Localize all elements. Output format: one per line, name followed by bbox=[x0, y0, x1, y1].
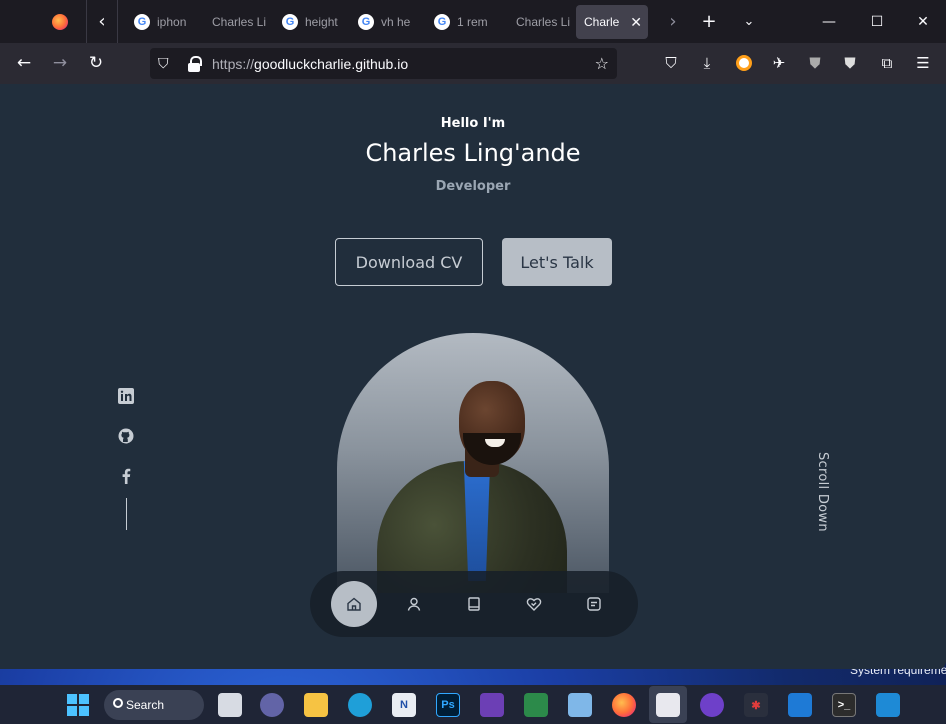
ublock-shield-icon[interactable]: ⛊ bbox=[805, 53, 825, 73]
download-cv-button[interactable]: Download CV bbox=[335, 238, 483, 286]
github-desktop-icon[interactable] bbox=[700, 693, 724, 717]
close-icon[interactable]: ✕ bbox=[630, 14, 642, 31]
tab-height[interactable]: Gheight bbox=[272, 5, 348, 39]
extension-badge-icon[interactable] bbox=[734, 53, 754, 73]
social-divider-line bbox=[126, 498, 127, 530]
tab-list: Giphon Charles Li Gheight Gvh he G1 rem … bbox=[124, 5, 648, 39]
message-icon[interactable] bbox=[571, 581, 617, 627]
snipping-tool-icon[interactable] bbox=[656, 693, 680, 717]
tab-iphone[interactable]: Giphon bbox=[124, 5, 196, 39]
maximize-button[interactable]: ☐ bbox=[854, 0, 900, 43]
new-tab-button[interactable]: + bbox=[694, 0, 724, 43]
tab-charles-1[interactable]: Charles Li bbox=[196, 5, 272, 39]
list-all-tabs-button[interactable]: ⌄ bbox=[734, 0, 764, 43]
linkedin-icon[interactable] bbox=[116, 386, 136, 406]
downloads-icon[interactable]: ⤓ bbox=[697, 53, 717, 73]
taskbar-search-button[interactable]: Search bbox=[104, 690, 204, 720]
page-title: Charles Ling'ande bbox=[365, 139, 581, 167]
privacy-badger-icon[interactable]: ⛊ bbox=[840, 53, 860, 73]
remote-desktop-icon[interactable] bbox=[568, 693, 592, 717]
github-icon[interactable] bbox=[116, 426, 136, 446]
photoshop-icon[interactable]: Ps bbox=[436, 693, 460, 717]
firefox-view-button[interactable] bbox=[44, 10, 76, 34]
tab-charles-active[interactable]: Charles✕ bbox=[576, 5, 648, 39]
search-icon bbox=[113, 698, 123, 708]
task-view-icon[interactable] bbox=[218, 693, 242, 717]
tab-scroll-right-button[interactable]: › bbox=[658, 0, 688, 43]
forward-button[interactable]: → bbox=[46, 49, 74, 77]
bookmark-star-icon[interactable]: ☆ bbox=[595, 54, 609, 73]
address-bar[interactable]: ⛉ https://goodluckcharlie.github.io ☆ bbox=[150, 48, 617, 79]
greeting-text: Hello I'm bbox=[440, 116, 506, 131]
menu-icon[interactable]: ☰ bbox=[913, 53, 933, 73]
handshake-icon[interactable] bbox=[511, 581, 557, 627]
tab-strip: ‹ Giphon Charles Li Gheight Gvh he G1 re… bbox=[0, 0, 946, 43]
profile-photo bbox=[337, 333, 609, 593]
pocket-icon[interactable]: ⛉ bbox=[661, 53, 681, 73]
extension-plane-icon[interactable]: ✈ bbox=[769, 53, 789, 73]
google-icon: G bbox=[134, 14, 150, 30]
social-links bbox=[116, 386, 136, 530]
firefox-taskbar-icon[interactable] bbox=[612, 693, 636, 717]
window-close-button[interactable]: ✕ bbox=[900, 0, 946, 43]
scroll-down-link[interactable]: Scroll Down bbox=[815, 452, 830, 532]
url-text[interactable]: https://goodluckcharlie.github.io bbox=[212, 56, 408, 72]
home-icon[interactable] bbox=[331, 581, 377, 627]
file-explorer-icon[interactable] bbox=[304, 693, 328, 717]
lets-talk-button[interactable]: Let's Talk bbox=[502, 238, 612, 286]
reload-button[interactable]: ↻ bbox=[82, 49, 110, 77]
tab-vh-height[interactable]: Gvh he bbox=[348, 5, 424, 39]
back-button[interactable]: ← bbox=[10, 49, 38, 77]
windows-start-icon[interactable] bbox=[67, 694, 89, 716]
media-player-icon[interactable] bbox=[788, 693, 812, 717]
windows-taskbar: Search N Ps ✱ >_ bbox=[0, 685, 946, 724]
visual-studio-icon[interactable] bbox=[480, 693, 504, 717]
terminal-icon[interactable]: >_ bbox=[832, 693, 856, 717]
app-icon[interactable]: N bbox=[392, 693, 416, 717]
browser-window: ‹ Giphon Charles Li Gheight Gvh he G1 re… bbox=[0, 0, 946, 669]
tracking-shield-icon[interactable]: ⛉ bbox=[158, 56, 176, 72]
google-icon: G bbox=[358, 14, 374, 30]
minimize-button[interactable]: — bbox=[806, 0, 852, 43]
portfolio-page: Hello I'm Charles Ling'ande Developer Do… bbox=[0, 84, 946, 669]
excel-tool-icon[interactable] bbox=[524, 693, 548, 717]
bottom-nav-dock bbox=[310, 571, 638, 637]
tab-scroll-left-button[interactable]: ‹ bbox=[86, 0, 118, 43]
user-icon[interactable] bbox=[391, 581, 437, 627]
google-icon: G bbox=[434, 14, 450, 30]
tab-rem[interactable]: G1 rem bbox=[424, 5, 500, 39]
book-icon[interactable] bbox=[451, 581, 497, 627]
teams-chat-icon[interactable] bbox=[260, 693, 284, 717]
vscode-icon[interactable] bbox=[876, 693, 900, 717]
role-subtitle: Developer bbox=[435, 179, 511, 194]
navigation-toolbar: ← → ↻ ⛉ https://goodluckcharlie.github.i… bbox=[0, 43, 946, 84]
lock-icon[interactable] bbox=[188, 55, 202, 72]
extensions-puzzle-icon[interactable]: ⧉ bbox=[877, 53, 897, 73]
google-icon: G bbox=[282, 14, 298, 30]
facebook-icon[interactable] bbox=[116, 466, 136, 486]
tab-charles-2[interactable]: Charles Li bbox=[500, 5, 576, 39]
firefox-icon bbox=[52, 14, 68, 30]
app-bug-icon[interactable]: ✱ bbox=[744, 693, 768, 717]
edge-icon[interactable] bbox=[348, 693, 372, 717]
